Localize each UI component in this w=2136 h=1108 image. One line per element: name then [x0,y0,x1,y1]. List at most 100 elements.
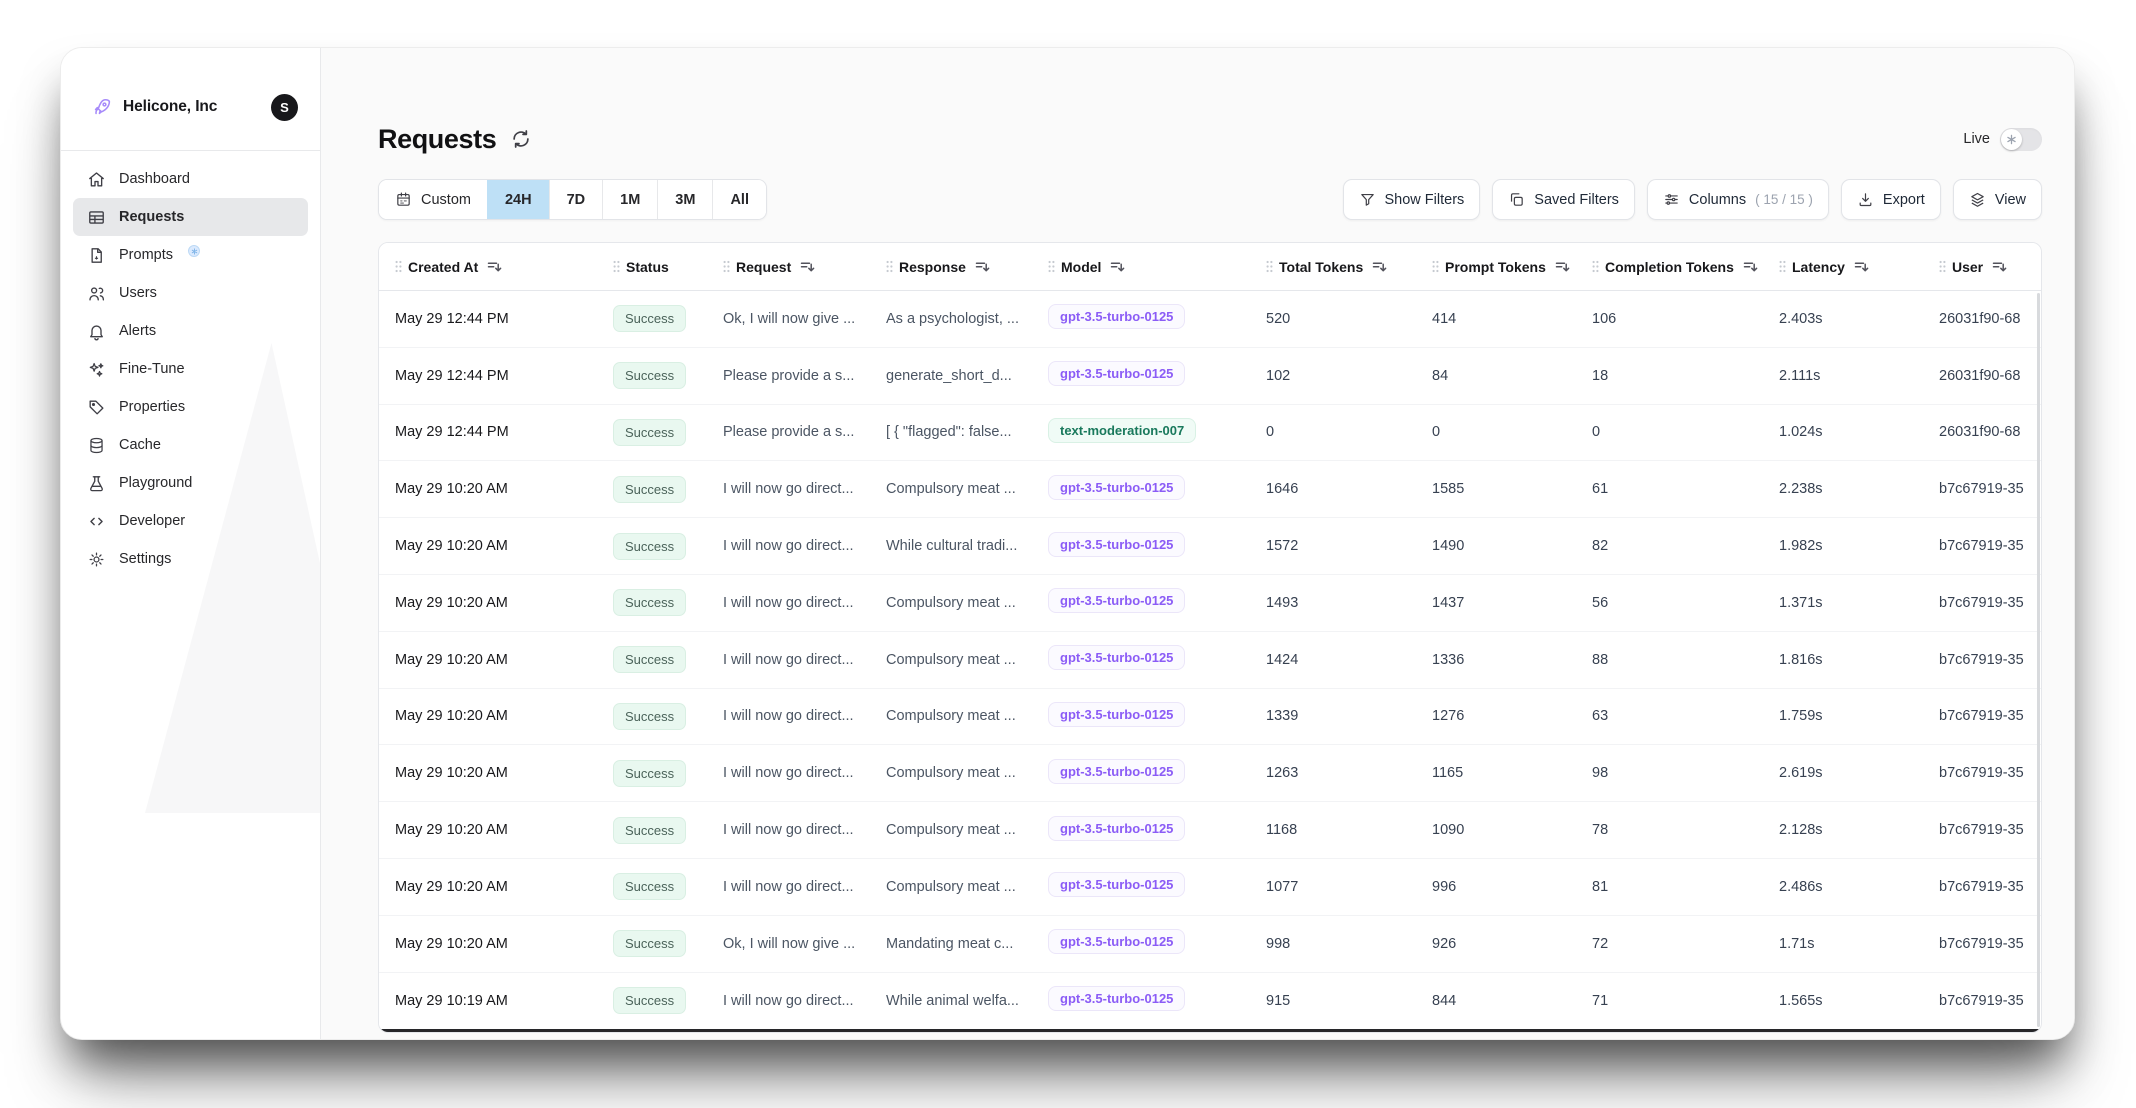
sidebar-item-cache[interactable]: Cache [73,426,308,464]
cell-latency: 1.024s [1763,424,1923,440]
sort-icon[interactable] [1372,260,1387,274]
sort-icon[interactable] [487,260,502,274]
sort-icon[interactable] [1854,260,1869,274]
status-badge: Success [613,817,686,844]
cell-user: b7c67919-35 [1923,708,2041,724]
cell-completion-tokens: 82 [1576,538,1763,554]
refresh-icon[interactable] [510,128,532,150]
sort-icon[interactable] [1743,260,1758,274]
column-header-completion-tokens[interactable]: Completion Tokens [1576,243,1763,290]
column-header-total-tokens[interactable]: Total Tokens [1250,243,1416,290]
table-row[interactable]: May 29 12:44 PMSuccessOk, I will now giv… [379,291,2041,348]
table-row[interactable]: May 29 10:20 AMSuccessOk, I will now giv… [379,916,2041,973]
table-row[interactable]: May 29 10:20 AMSuccessI will now go dire… [379,575,2041,632]
sidebar-item-dashboard[interactable]: Dashboard [73,160,308,198]
drag-handle-icon[interactable] [723,260,730,273]
cell-latency: 2.128s [1763,822,1923,838]
status-badge: Success [613,930,686,957]
cell-request: I will now go direct... [707,708,870,724]
sidebar-item-fine-tune[interactable]: Fine-Tune [73,350,308,388]
drag-handle-icon[interactable] [886,260,893,273]
live-toggle-knob [2001,129,2022,150]
sidebar-item-settings[interactable]: Settings [73,540,308,578]
saved-filters-button[interactable]: Saved Filters [1492,179,1635,220]
table-row[interactable]: May 29 10:20 AMSuccessI will now go dire… [379,689,2041,746]
sidebar-item-prompts[interactable]: Prompts [73,236,308,274]
drag-handle-icon[interactable] [1432,260,1439,273]
live-toggle[interactable] [2000,128,2042,151]
sidebar-item-users[interactable]: Users [73,274,308,312]
cell-user: b7c67919-35 [1923,538,2041,554]
avatar[interactable]: S [271,94,298,121]
sort-icon[interactable] [800,260,815,274]
column-header-request[interactable]: Request [707,243,870,290]
column-header-latency[interactable]: Latency [1763,243,1923,290]
sidebar-item-alerts[interactable]: Alerts [73,312,308,350]
cell-total-tokens: 1168 [1250,822,1416,838]
cell-request: Ok, I will now give ... [707,936,870,952]
column-header-label: Total Tokens [1279,259,1363,275]
sidebar-item-developer[interactable]: Developer [73,502,308,540]
cell-response: Compulsory meat ... [870,595,1032,611]
drag-handle-icon[interactable] [613,260,620,273]
table-row[interactable]: May 29 10:19 AMSuccessI will now go dire… [379,973,2041,1030]
cell-status: Success [597,873,707,900]
time-option-1m[interactable]: 1M [602,180,657,219]
drag-handle-icon[interactable] [395,260,402,273]
time-option-3m[interactable]: 3M [657,180,712,219]
cell-created-at: May 29 10:20 AM [379,481,597,497]
time-custom-button[interactable]: Custom [379,180,487,219]
column-header-user[interactable]: User [1923,243,2041,290]
table-row[interactable]: May 29 10:20 AMSuccessI will now go dire… [379,859,2041,916]
status-badge: Success [613,760,686,787]
sort-icon[interactable] [1555,260,1570,274]
sidebar-item-playground[interactable]: Playground [73,464,308,502]
drag-handle-icon[interactable] [1048,260,1055,273]
table-row[interactable]: May 29 12:44 PMSuccessPlease provide a s… [379,405,2041,462]
time-option-7d[interactable]: 7D [549,180,603,219]
column-header-status[interactable]: Status [597,243,707,290]
table-row[interactable]: May 29 10:20 AMSuccessI will now go dire… [379,632,2041,689]
sort-icon[interactable] [1110,260,1125,274]
table-row[interactable]: May 29 12:44 PMSuccessPlease provide a s… [379,348,2041,405]
table-row[interactable]: May 29 10:20 AMSuccessI will now go dire… [379,802,2041,859]
cell-model: gpt-3.5-turbo-0125 [1032,816,1250,845]
sort-icon[interactable] [975,260,990,274]
drag-handle-icon[interactable] [1592,260,1599,273]
table-row[interactable]: May 29 10:20 AMSuccessI will now go dire… [379,745,2041,802]
model-badge: gpt-3.5-turbo-0125 [1048,816,1185,841]
horizontal-scrollbar[interactable] [379,1029,2041,1032]
time-option-24h[interactable]: 24H [487,180,549,219]
column-header-model[interactable]: Model [1032,243,1250,290]
time-custom-label: Custom [421,192,471,208]
cell-prompt-tokens: 1090 [1416,822,1576,838]
cell-total-tokens: 0 [1250,424,1416,440]
column-header-label: Latency [1792,259,1845,275]
cell-created-at: May 29 10:20 AM [379,538,597,554]
table-row[interactable]: May 29 10:20 AMSuccessI will now go dire… [379,518,2041,575]
vertical-scrollbar[interactable] [2037,293,2040,1027]
cell-response: Compulsory meat ... [870,765,1032,781]
show-filters-button[interactable]: Show Filters [1343,179,1481,220]
cell-model: gpt-3.5-turbo-0125 [1032,588,1250,617]
export-button[interactable]: Export [1841,179,1941,220]
cell-request: I will now go direct... [707,822,870,838]
column-header-prompt-tokens[interactable]: Prompt Tokens [1416,243,1576,290]
sidebar-item-label: Fine-Tune [119,361,185,377]
drag-handle-icon[interactable] [1266,260,1273,273]
column-header-response[interactable]: Response [870,243,1032,290]
time-option-all[interactable]: All [712,180,766,219]
table-row[interactable]: May 29 10:20 AMSuccessI will now go dire… [379,461,2041,518]
column-header-created-at[interactable]: Created At [379,243,597,290]
sidebar-item-requests[interactable]: Requests [73,198,308,236]
view-button[interactable]: View [1953,179,2042,220]
sort-icon[interactable] [1992,260,2007,274]
drag-handle-icon[interactable] [1779,260,1786,273]
drag-handle-icon[interactable] [1939,260,1946,273]
filter-row: Custom 24H7D1M3MAll Show Filters Saved F… [378,179,2042,220]
columns-button[interactable]: Columns ( 15 / 15 ) [1647,179,1829,220]
status-badge: Success [613,703,686,730]
beaker-icon [87,474,106,493]
sidebar-item-properties[interactable]: Properties [73,388,308,426]
sidebar-item-label: Properties [119,399,185,415]
